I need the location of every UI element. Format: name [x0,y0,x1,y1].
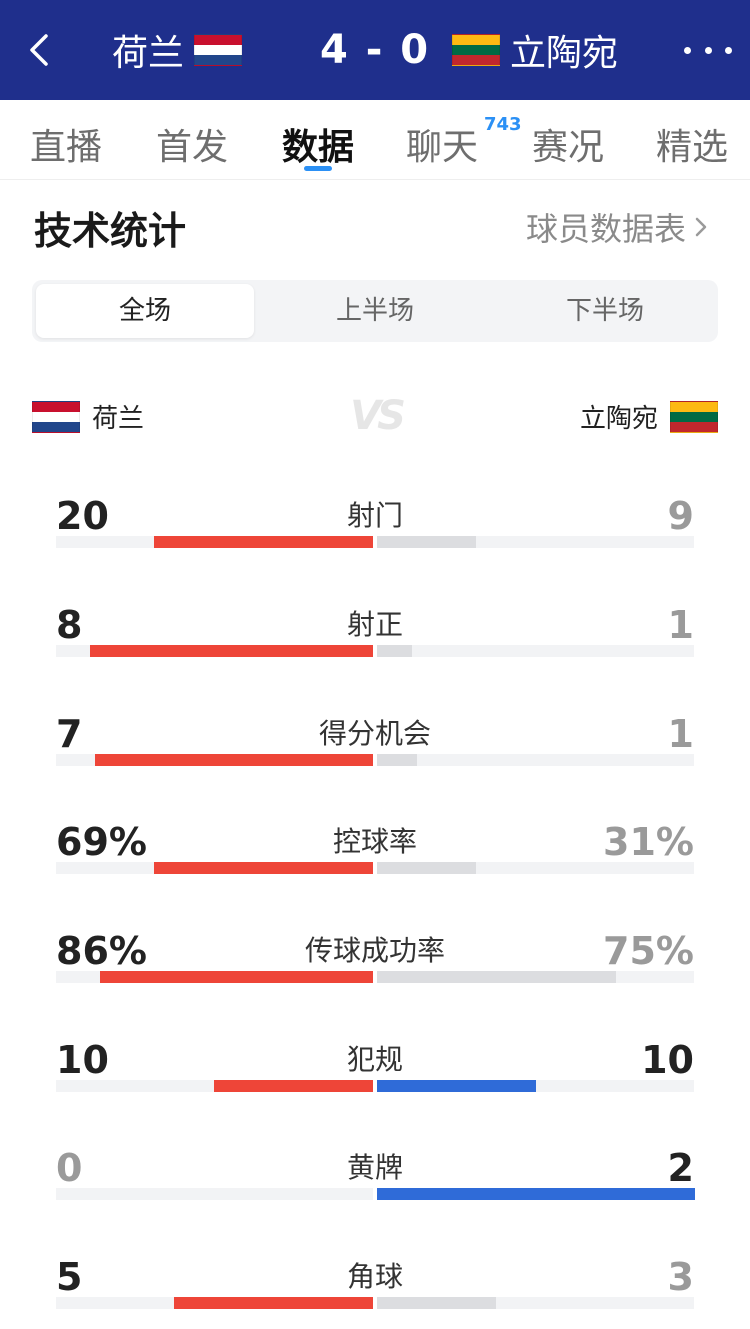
period-segment-control: 全场 上半场 下半场 [32,280,718,342]
stat-name: 得分机会 [318,717,431,750]
more-dot-icon [725,46,732,54]
tab-lineup[interactable]: 首发 [156,118,228,170]
back-button[interactable] [22,30,62,70]
active-tab-indicator [304,166,332,171]
segment-full-match[interactable]: 全场 [36,284,254,338]
stat-bar-divider [373,754,377,766]
stat-row: 7 得分机会 1 [0,712,750,792]
stat-bar-divider [373,645,377,657]
away-team-name: 立陶宛 [510,33,619,74]
home-team-row: 荷兰 [32,398,144,435]
away-stat-bar [377,971,616,983]
segment-second-half[interactable]: 下半场 [496,284,714,338]
away-stat-bar [377,1080,536,1092]
away-stat-bar [377,1188,695,1200]
away-stat-value: 9 [667,494,694,538]
tab-chat[interactable]: 聊天 [406,118,478,170]
stat-row: 0 黄牌 2 [0,1146,750,1226]
stat-row: 86% 传球成功率 75% [0,929,750,1009]
away-stat-value: 10 [641,1038,694,1082]
home-team-name: 荷兰 [111,33,184,74]
stat-name: 角球 [346,1260,403,1293]
more-dot-icon [684,46,691,54]
stat-row: 69% 控球率 31% [0,820,750,900]
tab-bar: 直播 首发 数据 聊天 赛况 精选 [0,100,750,180]
stat-bar-divider [373,536,377,548]
stat-row: 5 角球 3 [0,1255,750,1329]
stat-row: 8 射正 1 [0,603,750,683]
away-stat-bar [377,862,476,874]
stat-bar-divider [373,1080,377,1092]
home-stat-bar [214,1080,373,1092]
stat-bar-divider [373,1188,377,1200]
away-stat-bar [377,1297,496,1309]
away-stat-value: 31% [603,820,694,864]
away-stat-value: 1 [667,603,694,647]
stat-name: 黄牌 [346,1151,403,1184]
section-title: 技术统计 [34,209,187,253]
tab-highlights[interactable]: 精选 [656,118,728,170]
stat-row: 10 犯规 10 [0,1038,750,1118]
stat-bar-divider [373,1297,377,1309]
away-stat-bar [377,754,417,766]
tab-stats[interactable]: 数据 [282,118,354,170]
stat-row: 20 射门 9 [0,494,750,574]
away-stat-bar [377,536,476,548]
match-score: 4 - 0 [319,27,431,73]
netherlands-flag-icon [32,400,80,433]
vs-logo: VS [350,393,406,439]
away-stat-value: 1 [667,712,694,756]
stat-name: 犯规 [346,1043,403,1076]
home-team[interactable]: 荷兰 [112,24,242,76]
away-stat-value: 3 [667,1255,694,1299]
away-stat-bar [377,645,412,657]
netherlands-flag-icon [194,34,242,66]
away-team-row: 立陶宛 [580,398,718,435]
match-header: 荷兰 4 - 0 立陶宛 [0,0,750,100]
home-stat-bar [90,645,373,657]
player-stats-link[interactable]: 球员数据表 [526,204,710,250]
player-stats-link-label: 球员数据表 [525,210,686,248]
stat-name: 射正 [346,608,403,641]
away-team[interactable]: 立陶宛 [452,24,618,76]
stat-name: 射门 [346,499,403,532]
more-options-button[interactable] [684,30,732,70]
lithuania-flag-icon [670,400,718,433]
more-dot-icon [704,46,712,54]
tab-events[interactable]: 赛况 [532,118,604,170]
home-team-label: 荷兰 [92,404,145,434]
lithuania-flag-icon [452,34,500,66]
tab-live[interactable]: 直播 [30,118,102,170]
chevron-right-icon [695,217,707,237]
stat-bar-divider [373,862,377,874]
chevron-left-icon [30,34,48,66]
home-stat-bar [154,536,373,548]
away-team-label: 立陶宛 [579,404,658,434]
stat-bar-divider [373,971,377,983]
home-stat-bar [95,754,373,766]
away-stat-value: 75% [603,929,694,973]
chat-count-badge: 743 [484,114,522,135]
segment-first-half[interactable]: 上半场 [266,284,484,338]
home-stat-bar [154,862,373,874]
away-stat-value: 2 [667,1146,694,1190]
home-stat-bar [174,1297,373,1309]
